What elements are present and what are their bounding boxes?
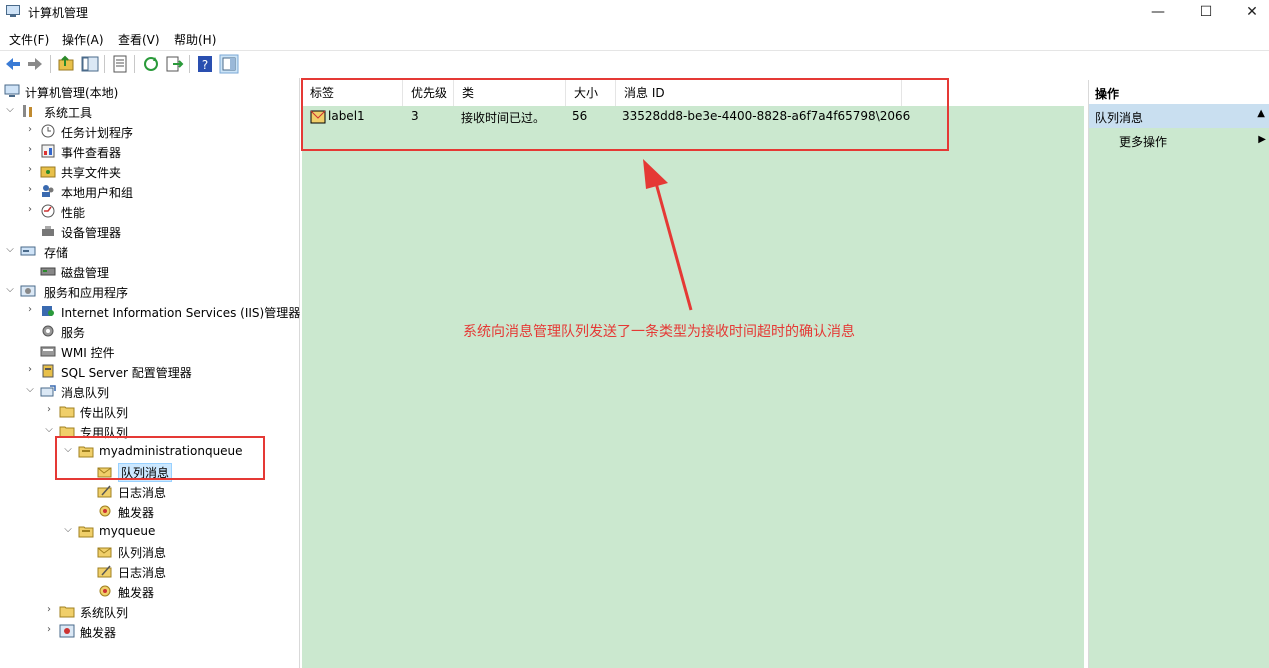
queue-messages-icon <box>97 547 112 558</box>
callout-arrow <box>643 159 693 311</box>
chevron-right-icon[interactable]: › <box>43 604 55 618</box>
collapse-triangle-icon[interactable]: ▲ <box>1257 108 1265 119</box>
submenu-triangle-icon: ▶ <box>1258 134 1266 145</box>
journal-icon <box>97 485 112 498</box>
tools-icon <box>23 105 32 117</box>
actions-section-queue-messages[interactable]: 队列消息 ▲ <box>1089 104 1269 128</box>
chevron-down-icon[interactable]: ⌵ <box>4 244 16 258</box>
up-folder-icon[interactable] <box>56 54 76 74</box>
toolbar: ? <box>0 50 1269 76</box>
chevron-down-icon[interactable]: ⌵ <box>62 524 74 538</box>
menu-bar: 文件(F) 操作(A) 查看(V) 帮助(H) <box>0 28 1269 48</box>
chevron-down-icon[interactable]: ⌵ <box>43 424 55 438</box>
forward-arrow-icon[interactable] <box>25 54 45 74</box>
shared-folder-icon <box>40 166 56 178</box>
show-action-pane-icon[interactable] <box>219 54 239 74</box>
actions-header: 操作 <box>1089 80 1269 104</box>
chevron-right-icon[interactable]: › <box>24 164 36 178</box>
services-apps-icon <box>20 285 36 297</box>
properties-icon[interactable] <box>110 54 130 74</box>
gear-icon <box>42 325 54 337</box>
chevron-right-icon[interactable]: › <box>24 124 36 138</box>
journal-icon <box>97 565 112 578</box>
close-button[interactable]: ✕ <box>1229 0 1269 24</box>
device-manager-icon <box>42 226 54 236</box>
menu-help[interactable]: 帮助(H) <box>174 31 216 48</box>
trigger-icon <box>99 505 111 517</box>
queue-icon <box>78 526 94 538</box>
back-arrow-icon[interactable] <box>3 54 23 74</box>
trigger-icon <box>59 624 75 638</box>
chevron-down-icon[interactable]: ⌵ <box>4 104 16 118</box>
minimize-button[interactable]: — <box>1135 0 1181 24</box>
disk-icon <box>40 267 56 276</box>
computer-management-icon <box>6 5 20 17</box>
chevron-down-icon[interactable]: ⌵ <box>24 384 36 398</box>
chevron-right-icon[interactable]: › <box>24 204 36 218</box>
window-title: 计算机管理 <box>28 6 89 20</box>
chevron-down-icon[interactable]: ⌵ <box>4 284 16 298</box>
help-icon[interactable]: ? <box>195 54 215 74</box>
chevron-right-icon[interactable]: › <box>24 184 36 198</box>
performance-icon <box>41 204 55 218</box>
sql-server-icon <box>42 364 54 378</box>
maximize-button[interactable]: ☐ <box>1183 0 1229 24</box>
actions-pane: 操作 队列消息 ▲ 更多操作 ▶ <box>1088 80 1269 668</box>
message-queue-icon <box>40 385 56 397</box>
menu-action[interactable]: 操作(A) <box>62 31 104 48</box>
chevron-right-icon[interactable]: › <box>24 364 36 378</box>
menu-file[interactable]: 文件(F) <box>9 31 49 48</box>
trigger-icon <box>99 585 111 597</box>
computer-icon <box>4 84 20 97</box>
show-hide-tree-icon[interactable] <box>80 54 100 74</box>
chevron-right-icon[interactable]: › <box>43 404 55 418</box>
chevron-right-icon[interactable]: › <box>24 144 36 158</box>
highlight-box-queue-node <box>55 436 265 480</box>
chevron-right-icon[interactable]: › <box>43 624 55 638</box>
folder-icon <box>59 406 75 418</box>
refresh-icon[interactable] <box>141 54 161 74</box>
event-viewer-icon <box>41 144 55 158</box>
export-list-icon[interactable] <box>164 54 184 74</box>
title-bar: 计算机管理 — ☐ ✕ <box>0 0 1269 24</box>
highlight-box-message-row <box>301 78 949 151</box>
wmi-icon <box>40 346 56 357</box>
annotation-text: 系统向消息管理队列发送了一条类型为接收时间超时的确认消息 <box>463 324 855 340</box>
folder-icon <box>59 606 75 618</box>
users-icon <box>42 185 54 197</box>
svg-text:?: ? <box>202 58 208 72</box>
navigation-tree: 计算机管理(本地) ⌵ 系统工具 › 任务计划程序 › 事件查看器 › 共享文件… <box>0 78 300 668</box>
menu-view[interactable]: 查看(V) <box>118 31 160 48</box>
chevron-right-icon[interactable]: › <box>24 304 36 318</box>
storage-icon <box>20 246 36 256</box>
iis-icon <box>42 306 54 316</box>
clock-icon <box>41 124 55 138</box>
more-actions-item[interactable]: 更多操作 <box>1119 133 1167 150</box>
